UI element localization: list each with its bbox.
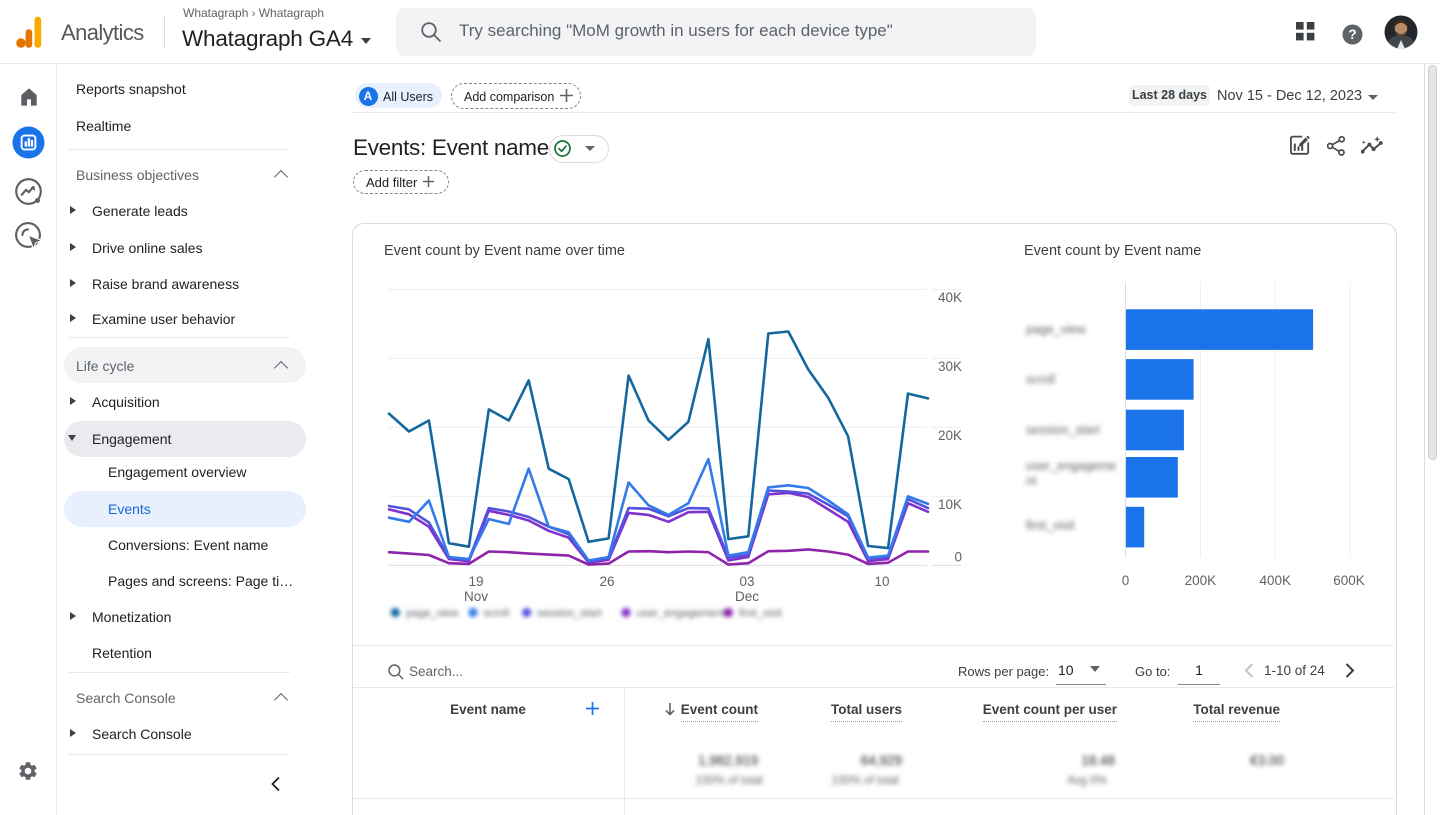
svg-text:40K: 40K — [938, 290, 962, 305]
svg-text:400K: 400K — [1260, 573, 1292, 588]
svg-text:user_engageme: user_engageme — [1026, 459, 1116, 473]
svg-text:03: 03 — [739, 574, 754, 589]
svg-text:?: ? — [1348, 27, 1356, 42]
svg-text:scroll: scroll — [484, 607, 510, 619]
svg-text:Dec: Dec — [735, 589, 759, 604]
svg-text:19: 19 — [468, 574, 483, 589]
svg-text:600K: 600K — [1333, 573, 1365, 588]
svg-text:session_start: session_start — [1026, 423, 1100, 437]
svg-text:30K: 30K — [938, 359, 962, 374]
svg-text:26: 26 — [599, 574, 614, 589]
svg-text:page_view: page_view — [1026, 323, 1087, 337]
svg-text:page_view: page_view — [406, 607, 459, 619]
svg-text:200K: 200K — [1185, 573, 1217, 588]
svg-text:first_visit: first_visit — [739, 607, 782, 619]
svg-text:10: 10 — [874, 574, 889, 589]
svg-text:0: 0 — [1122, 573, 1130, 588]
svg-text:20K: 20K — [938, 428, 962, 443]
svg-text:nt: nt — [1026, 474, 1037, 488]
svg-text:Nov: Nov — [464, 589, 488, 604]
svg-text:0: 0 — [954, 550, 962, 565]
svg-text:session_start: session_start — [537, 607, 602, 619]
svg-text:user_engagement: user_engagement — [637, 607, 726, 619]
svg-text:scroll: scroll — [1026, 373, 1055, 387]
svg-text:10K: 10K — [938, 497, 962, 512]
svg-text:first_visit: first_visit — [1026, 519, 1075, 533]
